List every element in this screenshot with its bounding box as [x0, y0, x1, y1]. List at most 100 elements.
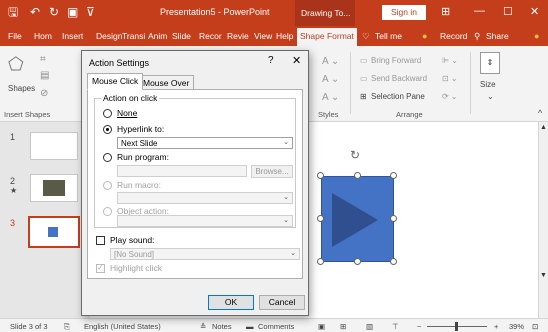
text-fill-icon[interactable]: A ⌄	[322, 56, 339, 67]
tab-review[interactable]: Revie	[227, 31, 249, 41]
language-status[interactable]: English (United States)	[84, 322, 161, 331]
slide-thumbnail-1[interactable]	[30, 132, 78, 160]
share-button[interactable]: Share	[486, 31, 509, 41]
run-macro-label[interactable]: Run macro:	[117, 180, 161, 190]
resize-handle[interactable]	[317, 172, 324, 179]
slide-thumbnail-2[interactable]	[30, 174, 78, 202]
edit-shape-icon[interactable]: ⌗	[40, 54, 46, 65]
tab-slide-show[interactable]: Slide	[172, 31, 191, 41]
tab-insert[interactable]: Insert	[62, 31, 83, 41]
group-icon[interactable]: ⊡ ⌄	[442, 74, 458, 83]
resize-handle[interactable]	[390, 258, 397, 265]
zoom-level[interactable]: 39%	[509, 322, 524, 331]
accessibility-icon[interactable]: ⎘	[64, 322, 70, 332]
tab-home[interactable]: Hom	[34, 31, 52, 41]
minimize-icon[interactable]: —	[474, 5, 485, 17]
notes-button[interactable]: Notes	[212, 322, 232, 331]
scroll-up-icon[interactable]: ▲	[540, 124, 547, 131]
tab-mouse-over[interactable]: Mouse Over	[138, 75, 195, 90]
reading-view-icon[interactable]: ▥	[366, 322, 373, 331]
none-radio[interactable]	[103, 109, 112, 118]
object-action-select[interactable]: ⌄	[117, 215, 293, 227]
tab-transitions[interactable]: Transi	[122, 31, 145, 41]
normal-view-icon[interactable]: ▣	[318, 322, 325, 331]
run-program-radio[interactable]	[103, 153, 112, 162]
fit-slide-icon[interactable]: ⊡	[532, 322, 538, 331]
ok-button[interactable]: OK	[208, 295, 254, 310]
bring-forward-button[interactable]: Bring Forward	[371, 56, 421, 65]
collapse-ribbon-icon[interactable]: ^	[538, 108, 542, 118]
qat-dropdown-icon[interactable]: ⊽	[86, 5, 95, 19]
close-dialog-icon[interactable]: ✕	[292, 54, 301, 67]
text-outline-icon[interactable]: A ⌄	[322, 74, 339, 85]
play-sound-label[interactable]: Play sound:	[110, 235, 154, 245]
highlight-click-checkbox[interactable]: ✓	[96, 263, 105, 273]
zoom-in-icon[interactable]: +	[494, 322, 498, 331]
chevron-down-icon[interactable]: ⌄	[288, 250, 298, 258]
close-icon[interactable]: ✕	[530, 5, 539, 18]
vertical-scrollbar[interactable]: ▲ ▼	[538, 122, 548, 318]
resize-handle[interactable]	[354, 172, 361, 179]
comments-button[interactable]: Comments	[258, 322, 294, 331]
slideshow-view-icon[interactable]: ⊤	[392, 322, 399, 331]
help-button[interactable]: ?	[268, 55, 274, 66]
sign-in-button[interactable]: Sign in	[382, 5, 426, 20]
run-macro-radio[interactable]	[103, 181, 112, 190]
action-button-shape[interactable]	[321, 176, 394, 262]
shapes-gallery-icon[interactable]: ⬠	[8, 54, 24, 75]
tab-shape-format[interactable]: Shape Format	[297, 28, 357, 46]
sound-select[interactable]: [No Sound] ⌄	[110, 248, 300, 260]
rotate-handle-icon[interactable]: ↻	[350, 148, 360, 162]
cancel-button[interactable]: Cancel	[259, 295, 305, 310]
shapes-label[interactable]: Shapes	[8, 84, 35, 93]
chevron-down-icon[interactable]: ⌄	[281, 139, 291, 147]
zoom-out-icon[interactable]: −	[417, 322, 421, 331]
undo-icon[interactable]: ↶	[30, 5, 40, 19]
highlight-click-label[interactable]: Highlight click	[110, 263, 162, 273]
tab-view[interactable]: View	[254, 31, 272, 41]
size-dropdown-icon[interactable]: ⌄	[487, 92, 494, 101]
text-box-icon[interactable]: ▤	[40, 70, 49, 81]
slideshow-icon[interactable]: ▣	[67, 5, 78, 19]
run-program-input[interactable]	[117, 165, 247, 177]
rotate-objects-icon[interactable]: ⟳ ⌄	[442, 92, 458, 101]
resize-handle[interactable]	[317, 258, 324, 265]
run-macro-select[interactable]: ⌄	[117, 192, 293, 204]
size-icon[interactable]: ⇕	[480, 52, 500, 74]
run-program-label[interactable]: Run program:	[117, 152, 169, 162]
chevron-down-icon[interactable]: ⌄	[281, 194, 291, 202]
play-sound-checkbox[interactable]	[96, 236, 105, 245]
tab-design[interactable]: Design	[96, 31, 122, 41]
redo-icon[interactable]: ↻	[49, 5, 59, 19]
tell-me-box[interactable]: Tell me	[375, 31, 402, 41]
hyperlink-radio[interactable]	[103, 125, 112, 134]
record-button[interactable]: Record	[440, 31, 467, 41]
tab-animations[interactable]: Anim	[148, 31, 167, 41]
selection-pane-button[interactable]: Selection Pane	[371, 92, 425, 101]
resize-handle[interactable]	[390, 215, 397, 222]
hyperlink-select[interactable]: Next Slide ⌄	[117, 137, 293, 149]
browse-button[interactable]: Browse...	[251, 165, 293, 178]
resize-handle[interactable]	[390, 172, 397, 179]
hyperlink-label[interactable]: Hyperlink to:	[117, 124, 164, 134]
slide-sorter-icon[interactable]: ⊞	[340, 322, 346, 331]
zoom-slider-thumb[interactable]	[455, 322, 458, 331]
none-label[interactable]: None	[117, 108, 137, 118]
object-action-radio[interactable]	[103, 207, 112, 216]
tab-file[interactable]: File	[8, 31, 22, 41]
send-backward-button[interactable]: Send Backward	[371, 74, 427, 83]
save-icon[interactable]: 🖫	[8, 5, 18, 19]
align-icon[interactable]: ⊫ ⌄	[442, 56, 458, 65]
tab-record[interactable]: Recor	[199, 31, 222, 41]
tab-mouse-click[interactable]: Mouse Click	[87, 73, 144, 90]
size-button[interactable]: Size	[480, 80, 496, 89]
tab-help[interactable]: Help	[276, 31, 293, 41]
text-effects-icon[interactable]: A ⌄	[322, 92, 339, 103]
merge-shapes-icon[interactable]: ⊘	[40, 88, 48, 99]
resize-handle[interactable]	[354, 258, 361, 265]
scroll-down-icon[interactable]: ▼	[540, 272, 547, 279]
ribbon-display-icon[interactable]: ⊞	[441, 5, 450, 18]
share-icon[interactable]: ⚲	[474, 31, 480, 42]
maximize-icon[interactable]: ☐	[503, 5, 513, 18]
resize-handle[interactable]	[317, 215, 324, 222]
